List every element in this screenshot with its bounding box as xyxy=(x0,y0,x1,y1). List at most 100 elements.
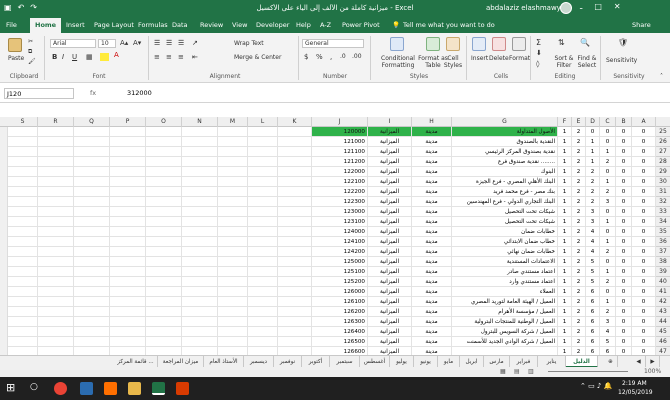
grid-cell[interactable] xyxy=(248,217,278,227)
grid-cell[interactable] xyxy=(146,157,182,167)
cell-d[interactable]: 4 xyxy=(586,227,600,237)
cell-h[interactable]: مدينة xyxy=(412,227,452,237)
grid-cell[interactable] xyxy=(182,247,218,257)
grid-cell[interactable] xyxy=(8,167,38,177)
grid-cell[interactable] xyxy=(110,177,146,187)
cell-e[interactable]: 2 xyxy=(572,197,586,207)
zoom-slider[interactable] xyxy=(548,371,628,372)
grid-cell[interactable] xyxy=(248,277,278,287)
cell-j[interactable]: 124000 xyxy=(312,227,368,237)
cell-c[interactable]: 1 xyxy=(600,177,616,187)
cell-g[interactable] xyxy=(452,347,558,355)
cell-styles-icon[interactable] xyxy=(446,37,460,51)
grid-cell[interactable] xyxy=(182,187,218,197)
grid-cell[interactable] xyxy=(248,307,278,317)
column-header-i[interactable]: I xyxy=(368,117,412,127)
grid-cell[interactable] xyxy=(38,347,74,355)
cell-g[interactable]: خطابات ضمان نهائي xyxy=(452,247,558,257)
column-header-r[interactable]: R xyxy=(38,117,74,127)
grid-cell[interactable] xyxy=(8,237,38,247)
grid-cell[interactable] xyxy=(218,247,248,257)
border-icon[interactable]: ▦ xyxy=(86,53,93,61)
cell-g[interactable]: العميل / شركة السويس للبترول xyxy=(452,327,558,337)
cell-f[interactable]: 1 xyxy=(558,317,572,327)
cell-styles-button[interactable]: Cell Styles xyxy=(440,55,466,69)
conditional-formatting-icon[interactable] xyxy=(390,37,404,51)
italic-icon[interactable]: I xyxy=(62,53,64,61)
cell-f[interactable]: 1 xyxy=(558,327,572,337)
cell-d[interactable]: 5 xyxy=(586,267,600,277)
format-painter-icon[interactable]: 🖌 xyxy=(28,58,36,65)
cell-i[interactable]: الميزانية xyxy=(368,277,412,287)
grid-cell[interactable] xyxy=(110,137,146,147)
grid-cell[interactable] xyxy=(74,237,110,247)
cell-d[interactable]: 1 xyxy=(586,157,600,167)
row-header[interactable]: 32 xyxy=(656,197,670,207)
cell-j[interactable]: 124100 xyxy=(312,237,368,247)
cell-i[interactable]: الميزانية xyxy=(368,327,412,337)
grid-cell[interactable] xyxy=(218,297,248,307)
grid-cell[interactable] xyxy=(218,277,248,287)
align-top-icon[interactable]: ☰ xyxy=(154,39,160,47)
row-header[interactable]: 25 xyxy=(656,127,670,137)
cell-h[interactable]: مدينة xyxy=(412,287,452,297)
cell-d[interactable]: 6 xyxy=(586,297,600,307)
cell-j[interactable]: 121000 xyxy=(312,137,368,147)
cell-g[interactable]: العميل / مؤسسة الأهرام xyxy=(452,307,558,317)
cell-g[interactable]: النقدية بالصندوق xyxy=(452,137,558,147)
grid-cell[interactable] xyxy=(110,187,146,197)
cell-c[interactable]: 3 xyxy=(600,197,616,207)
grid-cell[interactable] xyxy=(182,197,218,207)
cell-b[interactable]: 0 xyxy=(616,347,632,355)
grid-cell[interactable] xyxy=(38,267,74,277)
grid-cell[interactable] xyxy=(182,297,218,307)
cell-f[interactable]: 1 xyxy=(558,267,572,277)
row-header[interactable]: 44 xyxy=(656,317,670,327)
cell-j[interactable]: 125000 xyxy=(312,257,368,267)
currency-icon[interactable]: $ xyxy=(304,53,308,61)
column-header-g[interactable]: G xyxy=(452,117,558,127)
cell-a[interactable]: 0 xyxy=(632,167,656,177)
grid-cell[interactable] xyxy=(146,337,182,347)
cell-h[interactable]: مدينة xyxy=(412,267,452,277)
cell-f[interactable]: 1 xyxy=(558,257,572,267)
cell-c[interactable]: 1 xyxy=(600,297,616,307)
grid-cell[interactable] xyxy=(38,217,74,227)
cell-f[interactable]: 1 xyxy=(558,157,572,167)
cell-j[interactable]: 126500 xyxy=(312,337,368,347)
cell-i[interactable]: الميزانية xyxy=(368,217,412,227)
cell-a[interactable]: 0 xyxy=(632,127,656,137)
cell-c[interactable]: 1 xyxy=(600,267,616,277)
grid-cell[interactable] xyxy=(248,167,278,177)
grid-cell[interactable] xyxy=(182,307,218,317)
grid-cell[interactable] xyxy=(8,307,38,317)
cell-b[interactable]: 0 xyxy=(616,237,632,247)
grid-cell[interactable] xyxy=(248,147,278,157)
grid-cell[interactable] xyxy=(182,207,218,217)
grid-cell[interactable] xyxy=(182,167,218,177)
cell-a[interactable]: 0 xyxy=(632,267,656,277)
cell-d[interactable]: 2 xyxy=(586,187,600,197)
cell-e[interactable]: 2 xyxy=(572,217,586,227)
increase-decimal-icon[interactable]: .0 xyxy=(340,53,346,60)
grid-cell[interactable] xyxy=(218,257,248,267)
cell-i[interactable]: الميزانية xyxy=(368,197,412,207)
cell-a[interactable]: 0 xyxy=(632,247,656,257)
grid-cell[interactable] xyxy=(146,217,182,227)
cell-f[interactable]: 1 xyxy=(558,287,572,297)
row-header[interactable]: 42 xyxy=(656,297,670,307)
cell-j[interactable]: 126000 xyxy=(312,287,368,297)
cell-a[interactable]: 0 xyxy=(632,157,656,167)
grid-cell[interactable] xyxy=(218,217,248,227)
grid-cell[interactable] xyxy=(146,327,182,337)
grid-cell[interactable] xyxy=(74,197,110,207)
close-icon[interactable]: ✕ xyxy=(614,2,621,11)
grid-cell[interactable] xyxy=(278,227,312,237)
undo-icon[interactable]: ↶ xyxy=(18,3,25,12)
grid-cell[interactable] xyxy=(110,227,146,237)
cell-b[interactable]: 0 xyxy=(616,327,632,337)
column-header-l[interactable]: L xyxy=(248,117,278,127)
grid-cell[interactable] xyxy=(8,347,38,355)
cell-g[interactable]: الأصول المتداولة xyxy=(452,127,558,137)
grid-cell[interactable] xyxy=(74,257,110,267)
